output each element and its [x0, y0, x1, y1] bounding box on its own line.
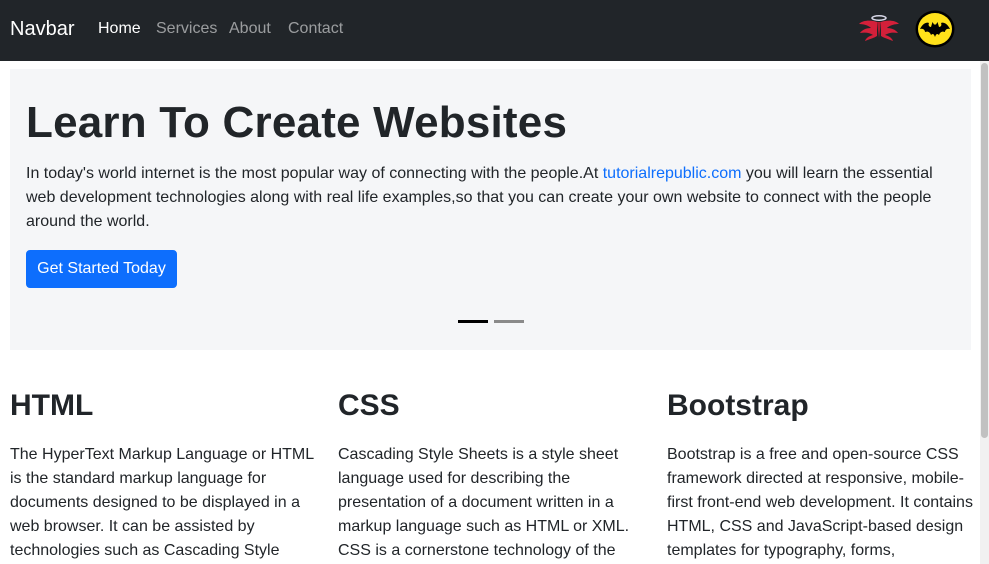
column-html: HTML The HyperText Markup Language or HT… [10, 384, 320, 563]
scrollbar-thumb[interactable] [981, 63, 988, 438]
column-text: Bootstrap is a free and open-source CSS … [667, 446, 973, 559]
column-css: CSS Cascading Style Sheets is a style sh… [338, 384, 648, 563]
column-text: The HyperText Markup Language or HTML is… [10, 446, 314, 559]
nav-link-home[interactable]: Home [98, 17, 141, 41]
column-bootstrap: Bootstrap Bootstrap is a free and open-s… [667, 384, 977, 563]
bat-logo-icon[interactable] [914, 9, 956, 49]
wings-logo-icon[interactable] [857, 12, 901, 44]
nav-link-contact[interactable]: Contact [288, 17, 343, 41]
navbar: Navbar Home Services About Contact [0, 0, 989, 61]
column-text: Cascading Style Sheets is a style sheet … [338, 446, 630, 559]
column-title: Bootstrap [667, 389, 809, 422]
page: Navbar Home Services About Contact Learn… [0, 0, 989, 564]
hero-text-before-link: In today's world internet is the most po… [26, 165, 603, 182]
get-started-button[interactable]: Get Started Today [26, 250, 177, 288]
navbar-brand[interactable]: Navbar [10, 15, 74, 43]
page-scrollbar[interactable] [980, 61, 989, 564]
hero-carousel: Learn To Create Websites In today's worl… [10, 69, 971, 350]
column-title: CSS [338, 389, 400, 422]
column-title: HTML [10, 389, 94, 422]
carousel-indicator-2[interactable] [494, 320, 524, 323]
hero-text: In today's world internet is the most po… [26, 162, 951, 234]
hero-title: Learn To Create Websites [26, 98, 568, 147]
nav-link-services[interactable]: Services [156, 17, 217, 41]
carousel-indicator-1[interactable] [458, 320, 488, 323]
tutorialrepublic-link[interactable]: tutorialrepublic.com [603, 165, 742, 182]
nav-link-about[interactable]: About [229, 17, 271, 41]
